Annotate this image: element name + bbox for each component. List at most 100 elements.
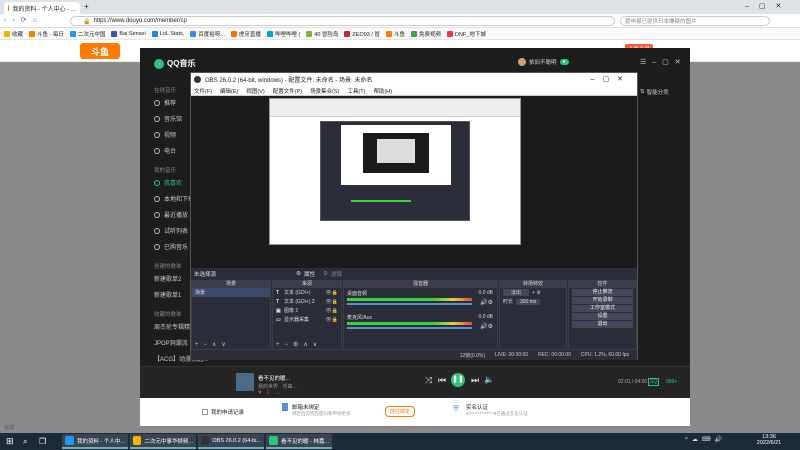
bookmark-item[interactable]: 虎牙直播: [230, 30, 261, 38]
like-icon[interactable]: ♥⇩…: [258, 389, 285, 396]
obs-menu-item[interactable]: 工具(T): [347, 87, 365, 95]
duration-field[interactable]: 时长 300 ms: [500, 297, 566, 306]
comment-count[interactable]: 999+: [666, 379, 677, 385]
obs-menu-item[interactable]: 场景集合(S): [310, 87, 339, 95]
volume-icon[interactable]: 🔈: [484, 375, 494, 384]
shuffle-icon[interactable]: ⤨: [425, 375, 432, 386]
visibility-lock-icon[interactable]: 👁🔒: [325, 317, 338, 323]
sidebar-item[interactable]: JPOP洞潮流: [154, 338, 188, 347]
bind-email-button[interactable]: 前往绑定: [385, 406, 416, 417]
properties-button[interactable]: ⚙ 属性: [296, 270, 315, 278]
filters-button[interactable]: ⚙ 滤镜: [323, 270, 342, 278]
obs-window-controls-icon[interactable]: –▢✕: [591, 75, 631, 83]
sidebar-item[interactable]: 我喜欢: [154, 178, 182, 187]
mute-gear-icon[interactable]: 🔊⚙: [480, 299, 493, 306]
bookmark-item[interactable]: 免费视频: [410, 30, 441, 38]
task-view-icon[interactable]: ❐: [36, 434, 49, 449]
volume-slider[interactable]: [347, 327, 472, 329]
bookmark-item[interactable]: Bai Sensei: [111, 30, 146, 37]
pause-button[interactable]: ❚❚: [451, 373, 465, 387]
sidebar-item[interactable]: 视频: [154, 130, 176, 139]
taskbar-app[interactable]: OBS 26.0.2 (64-bi...: [198, 434, 264, 449]
browser-tab[interactable]: 我的资料 - 个人中心 - ...: [4, 2, 80, 14]
sidebar-item[interactable]: 音乐馆: [154, 114, 182, 123]
obs-menu-item[interactable]: 编辑(E): [220, 87, 238, 95]
scene-toolbar-icon[interactable]: +−∧∨: [195, 341, 231, 348]
sidebar-item[interactable]: 新建歌单1: [154, 290, 181, 299]
visibility-lock-icon[interactable]: 👁🔒: [325, 290, 338, 296]
bookmark-item[interactable]: 收藏: [4, 30, 23, 38]
smart-sort-link[interactable]: ⇅ 智能分类: [640, 88, 669, 96]
url-input[interactable]: 🔒 https://www.douyu.com/member/cp: [70, 16, 615, 26]
next-icon[interactable]: ⏭: [471, 375, 479, 386]
windows-taskbar: ⊞ ⌕ ❐ 我的资料 - 个人中... 二次元中事华帧频... OBS 26.0.2…: [0, 433, 800, 450]
source-item[interactable]: T 文本 (GDI+) 👁🔒: [273, 288, 341, 297]
bookmark-item[interactable]: 百度拾呀...: [190, 30, 225, 38]
source-toolbar-icon[interactable]: +−⚙∧∨: [276, 341, 322, 348]
scene-item[interactable]: 场景: [192, 288, 270, 297]
taskbar-app[interactable]: 我的资料 - 个人中...: [62, 434, 128, 449]
track-name: 麦克风/Aux: [347, 315, 373, 321]
search-input[interactable]: 提申报已提供日本嫌疑的图片: [620, 16, 770, 26]
apply-record-link[interactable]: 我的申请记录: [202, 408, 244, 416]
control-button[interactable]: 退出: [572, 321, 633, 328]
sidebar-item[interactable]: 电台: [154, 146, 176, 155]
sidebar-item-label: 音乐馆: [164, 117, 183, 123]
obs-title: OBS 26.0.2 (64-bit, windows) - 配置文件: 未命名…: [205, 78, 373, 84]
sidebar-item[interactable]: 本地和下载: [154, 194, 194, 203]
search-icon[interactable]: ⌕: [20, 434, 30, 449]
bookmark-item[interactable]: ZEO93 / 冒: [344, 30, 380, 38]
windows-logo-icon: ⊞: [6, 436, 14, 446]
source-item[interactable]: ▭ 显示器采集 👁🔒: [273, 315, 341, 324]
bookmark-item[interactable]: 二次元中国: [69, 30, 105, 38]
taskbar-app[interactable]: 看不见的暖 - 林嘉...: [266, 434, 332, 449]
bookmark-item[interactable]: 哔哩哔哩 (: [266, 30, 300, 38]
live-timer: LIVE: 00:00:00: [495, 352, 529, 358]
clock[interactable]: 13:36 2022/6/21: [752, 434, 786, 446]
bookmark-item[interactable]: DNF_地下城: [446, 30, 486, 38]
qq-window-controls-icon[interactable]: ☰–▢✕: [640, 58, 687, 66]
bookmark-item[interactable]: 40 冒险岛: [306, 30, 338, 38]
obs-menu-item[interactable]: 配置文件(P): [273, 87, 302, 95]
bookmark-item[interactable]: 斗鱼: [385, 30, 405, 38]
tray-icons-icon[interactable]: ^☁⌨🔊: [685, 436, 726, 443]
source-item[interactable]: T 文本 (GDI+) 2 👁🔒: [273, 297, 341, 306]
source-item[interactable]: ▣ 图像 2 👁🔒: [273, 306, 341, 315]
mute-gear-icon[interactable]: 🔊⚙: [480, 323, 493, 330]
nav-arrows-icon[interactable]: ‹›⟳⌂: [4, 16, 43, 24]
douyu-logo[interactable]: 斗鱼: [80, 43, 120, 59]
song-title[interactable]: 看不见的暖...: [258, 374, 290, 382]
album-cover[interactable]: [236, 373, 254, 391]
visibility-lock-icon[interactable]: 👁🔒: [325, 308, 338, 314]
control-button[interactable]: 工作室模式: [572, 305, 633, 312]
clock-date: 2022/6/21: [756, 440, 782, 446]
taskbar-app[interactable]: 二次元中事华帧频...: [130, 434, 196, 449]
control-button[interactable]: 开始录制: [572, 297, 633, 304]
obs-menu-item[interactable]: 帮助(H): [373, 87, 392, 95]
sidebar-item[interactable]: 试听列表: [154, 226, 188, 235]
avatar: [518, 58, 526, 66]
sidebar-item[interactable]: 新建歌单2: [154, 274, 181, 283]
scene-label: 场景: [195, 290, 206, 296]
control-button[interactable]: 设置: [572, 313, 633, 320]
bookmark-item[interactable]: 斗鱼 - 每日: [29, 30, 64, 38]
quality-badge[interactable]: SQ: [648, 378, 660, 386]
visibility-lock-icon[interactable]: 👁🔒: [325, 299, 338, 305]
sidebar-item[interactable]: 推荐: [154, 98, 176, 107]
new-tab-icon[interactable]: +: [84, 2, 89, 11]
transition-select[interactable]: 淡出 + ⚙: [500, 288, 566, 297]
sidebar-item[interactable]: 最近播放: [154, 210, 188, 219]
control-button[interactable]: 停止推流: [572, 289, 633, 296]
qq-user[interactable]: 依旧不聪明 ●: [518, 58, 569, 66]
obs-logo-icon: [194, 76, 201, 83]
sidebar-item[interactable]: 已购音乐: [154, 242, 188, 251]
obs-preview[interactable]: [191, 96, 637, 268]
add-transition-icon[interactable]: + ⚙: [532, 290, 541, 296]
obs-menu-item[interactable]: 文件(F): [194, 87, 212, 95]
obs-menu-item[interactable]: 视图(V): [246, 87, 264, 95]
window-controls-icon[interactable]: –▢✕: [745, 2, 791, 10]
start-button[interactable]: ⊞: [3, 434, 17, 449]
volume-slider[interactable]: [347, 303, 472, 305]
bookmark-item[interactable]: LoL Stats,: [151, 30, 184, 37]
prev-icon[interactable]: ⏮: [438, 375, 446, 386]
